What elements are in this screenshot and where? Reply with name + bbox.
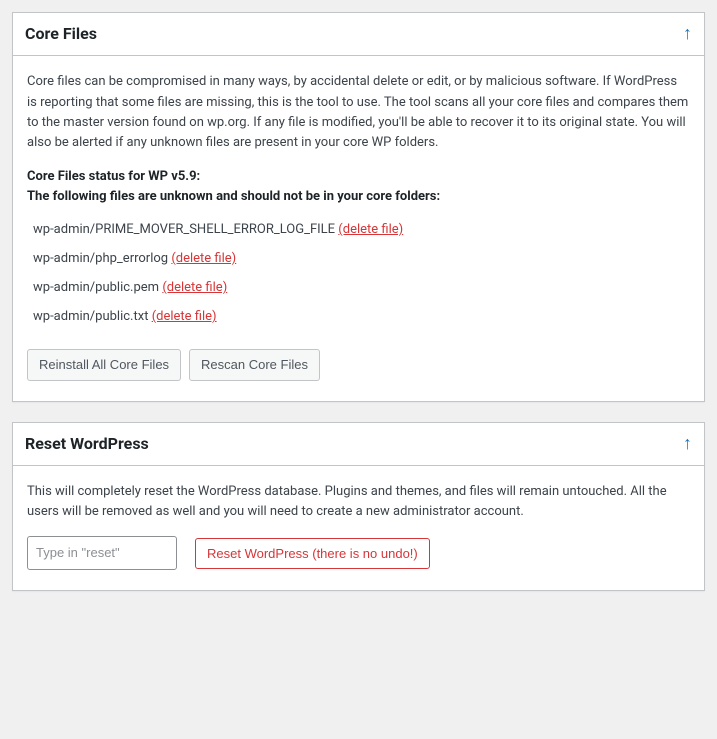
core-files-buttons: Reinstall All Core Files Rescan Core Fil… (27, 349, 690, 381)
reset-wordpress-header: Reset WordPress ↑ (13, 423, 704, 466)
delete-file-link[interactable]: (delete file) (171, 251, 236, 266)
rescan-core-files-button[interactable]: Rescan Core Files (189, 349, 320, 381)
status-line-version: Core Files status for WP v5.9: (27, 169, 200, 184)
reset-wordpress-title: Reset WordPress (25, 433, 149, 455)
file-row: wp-admin/PRIME_MOVER_SHELL_ERROR_LOG_FIL… (33, 215, 690, 244)
core-files-body: Core files can be compromised in many wa… (13, 56, 704, 400)
core-files-title: Core Files (25, 23, 97, 45)
delete-file-link[interactable]: (delete file) (152, 309, 217, 324)
reset-wordpress-body: This will completely reset the WordPress… (13, 466, 704, 590)
core-files-description: Core files can be compromised in many wa… (27, 72, 690, 153)
file-path: wp-admin/php_errorlog (33, 251, 168, 266)
file-path: wp-admin/public.txt (33, 309, 148, 324)
file-row: wp-admin/php_errorlog (delete file) (33, 244, 690, 273)
reset-confirm-input[interactable] (27, 536, 177, 570)
core-files-header: Core Files ↑ (13, 13, 704, 56)
file-row: wp-admin/public.txt (delete file) (33, 302, 690, 331)
reset-wordpress-button[interactable]: Reset WordPress (there is no undo!) (195, 538, 430, 570)
reset-wordpress-description: This will completely reset the WordPress… (27, 482, 690, 522)
collapse-toggle-icon[interactable]: ↑ (683, 25, 692, 43)
file-row: wp-admin/public.pem (delete file) (33, 273, 690, 302)
reset-wordpress-controls: Reset WordPress (there is no undo!) (27, 536, 690, 570)
core-files-panel: Core Files ↑ Core files can be compromis… (12, 12, 705, 402)
file-path: wp-admin/PRIME_MOVER_SHELL_ERROR_LOG_FIL… (33, 222, 335, 237)
delete-file-link[interactable]: (delete file) (338, 222, 403, 237)
delete-file-link[interactable]: (delete file) (162, 280, 227, 295)
status-line-warning: The following files are unknown and shou… (27, 189, 440, 204)
reinstall-core-files-button[interactable]: Reinstall All Core Files (27, 349, 181, 381)
reset-wordpress-panel: Reset WordPress ↑ This will completely r… (12, 422, 705, 592)
file-path: wp-admin/public.pem (33, 280, 159, 295)
core-files-status: Core Files status for WP v5.9: The follo… (27, 167, 690, 207)
collapse-toggle-icon[interactable]: ↑ (683, 435, 692, 453)
unknown-files-list: wp-admin/PRIME_MOVER_SHELL_ERROR_LOG_FIL… (33, 215, 690, 331)
